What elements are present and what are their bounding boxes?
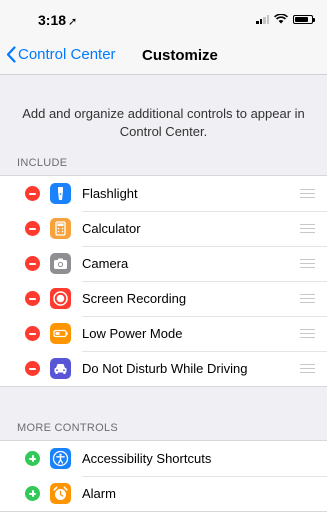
reorder-handle[interactable] (300, 364, 315, 373)
list-item-screen-recording: Screen Recording (0, 281, 327, 316)
reorder-handle[interactable] (300, 329, 315, 338)
reorder-handle[interactable] (300, 294, 315, 303)
remove-button[interactable] (25, 326, 40, 341)
description-text: Add and organize additional controls to … (22, 106, 305, 139)
list-item-label: Accessibility Shortcuts (82, 451, 212, 466)
status-time: 3:18 ➚ (38, 12, 77, 28)
list-item-label: Flashlight (82, 186, 138, 201)
more-controls-list: Accessibility Shortcuts Alarm (0, 440, 327, 512)
include-list: Flashlight Calculator Camera Screen Reco… (0, 175, 327, 387)
list-item-do-not-disturb-while-driving: Do Not Disturb While Driving (0, 351, 327, 386)
cellular-signal-icon (256, 14, 269, 24)
list-item-flashlight: Flashlight (0, 176, 327, 211)
status-icons (256, 14, 315, 24)
back-button[interactable]: Control Center (6, 46, 116, 63)
add-button[interactable] (25, 486, 40, 501)
back-button-label: Control Center (18, 46, 116, 63)
navigation-bar: Control Center Customize (0, 38, 327, 75)
alarm-icon (50, 483, 71, 504)
list-item-label: Camera (82, 256, 129, 271)
reorder-handle[interactable] (300, 259, 315, 268)
remove-button[interactable] (25, 256, 40, 271)
location-icon: ➚ (68, 16, 78, 28)
list-item-label: Low Power Mode (82, 326, 183, 341)
flashlight-icon (50, 183, 71, 204)
battery-icon (293, 14, 315, 24)
reorder-handle[interactable] (300, 189, 315, 198)
chevron-left-icon (6, 46, 16, 63)
remove-button[interactable] (25, 221, 40, 236)
list-item-low-power-mode: Low Power Mode (0, 316, 327, 351)
wifi-icon (274, 14, 288, 24)
low-power-mode-icon (50, 323, 71, 344)
list-item-camera: Camera (0, 246, 327, 281)
remove-button[interactable] (25, 361, 40, 376)
accessibility-icon (50, 448, 71, 469)
list-item-label: Alarm (82, 486, 116, 501)
remove-button[interactable] (25, 186, 40, 201)
list-item-alarm: Alarm (0, 476, 327, 511)
page-title: Customize (142, 47, 218, 64)
car-icon (50, 358, 71, 379)
status-time-text: 3:18 (38, 12, 67, 28)
list-item-label: Calculator (82, 221, 141, 236)
screen-recording-icon (50, 288, 71, 309)
list-item-label: Do Not Disturb While Driving (82, 361, 248, 376)
status-bar: 3:18 ➚ (0, 0, 327, 38)
list-item-label: Screen Recording (82, 291, 187, 306)
remove-button[interactable] (25, 291, 40, 306)
include-section-header: INCLUDE (17, 157, 68, 169)
camera-icon (50, 253, 71, 274)
more-controls-section-header: MORE CONTROLS (17, 422, 119, 434)
calculator-icon (50, 218, 71, 239)
list-item-calculator: Calculator (0, 211, 327, 246)
list-item-accessibility-shortcuts: Accessibility Shortcuts (0, 441, 327, 476)
add-button[interactable] (25, 451, 40, 466)
reorder-handle[interactable] (300, 224, 315, 233)
